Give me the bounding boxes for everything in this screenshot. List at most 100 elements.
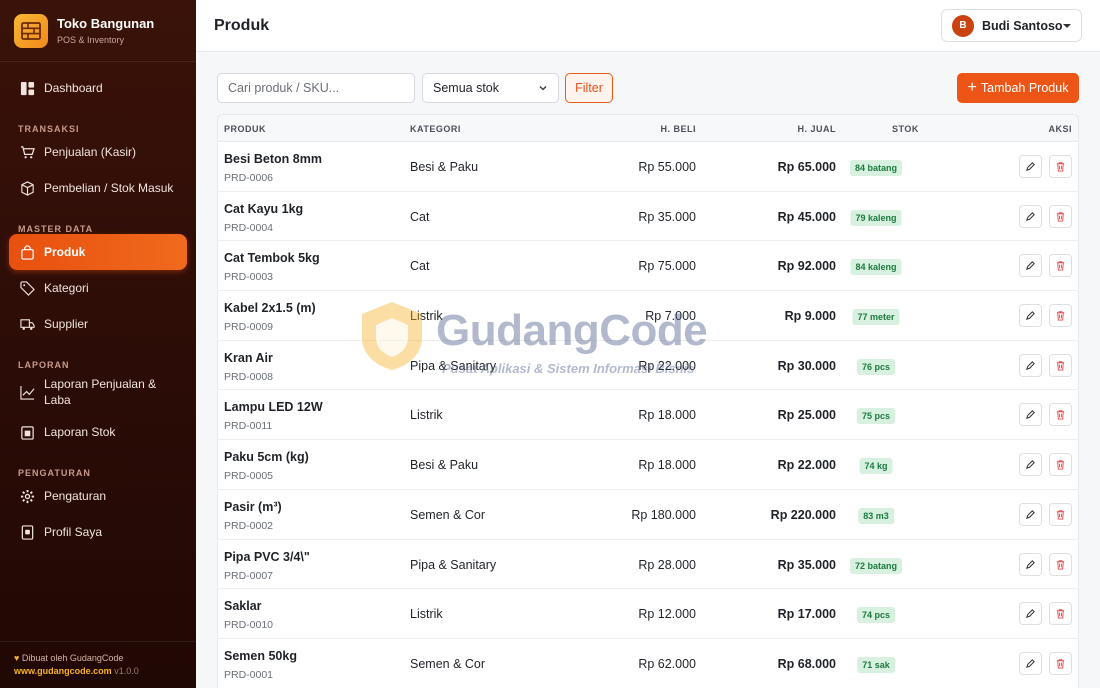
- sidebar-item-pengaturan[interactable]: Pengaturan: [9, 478, 187, 514]
- product-category: Semen & Cor: [410, 507, 486, 522]
- brand-subtitle: POS & Inventory: [57, 35, 125, 45]
- buy-price: Rp 12.000: [638, 607, 696, 622]
- gear-icon: [19, 488, 35, 504]
- product-name: Pasir (m³): [224, 499, 282, 514]
- product-category: Listrik: [410, 607, 443, 622]
- sidebar-item-profil-saya[interactable]: Profil Saya: [9, 514, 187, 550]
- delete-button[interactable]: [1049, 204, 1072, 228]
- add-product-button[interactable]: + Tambah Produk: [957, 73, 1079, 103]
- sidebar-item-supplier[interactable]: Supplier: [9, 306, 187, 342]
- buy-price: Rp 62.000: [638, 656, 696, 671]
- sidebar-item-produk[interactable]: Produk: [9, 234, 187, 270]
- product-category: Besi & Paku: [410, 458, 479, 473]
- filter-button[interactable]: Filter: [565, 73, 613, 103]
- sidebar-item-laporan-penjualan-laba[interactable]: Laporan Penjualan & Laba: [9, 370, 187, 414]
- sidebar-item-laporan-stok[interactable]: Laporan Stok: [9, 414, 187, 450]
- delete-button[interactable]: [1049, 304, 1072, 328]
- chevron-down-icon: [539, 86, 547, 91]
- product-sku: PRD-0008: [224, 370, 274, 383]
- delete-button[interactable]: [1049, 353, 1072, 377]
- edit-button[interactable]: [1019, 602, 1042, 626]
- product-category: Listrik: [410, 309, 443, 324]
- pencil-icon: [1025, 608, 1036, 619]
- nav-section-label: LAPORAN: [18, 360, 70, 370]
- sell-price: Rp 220.000: [770, 507, 836, 522]
- nav-section-label: PENGATURAN: [18, 468, 91, 478]
- pencil-icon: [1025, 310, 1036, 321]
- sidebar-item-penjualan-kasir[interactable]: Penjualan (Kasir): [9, 134, 187, 170]
- col-header-beli: H. BELI: [660, 124, 696, 134]
- product-sku: PRD-0002: [224, 519, 274, 532]
- delete-button[interactable]: [1049, 155, 1072, 178]
- delete-button[interactable]: [1049, 602, 1072, 626]
- edit-button[interactable]: [1019, 353, 1042, 377]
- footer-link[interactable]: www.gudangcode.com: [14, 666, 112, 676]
- nav-section-label: MASTER DATA: [18, 224, 94, 234]
- buy-price: Rp 18.000: [638, 458, 696, 473]
- page-title: Produk: [214, 17, 270, 34]
- pencil-icon: [1025, 459, 1036, 470]
- delete-button[interactable]: [1049, 403, 1072, 427]
- sell-price: Rp 65.000: [777, 160, 836, 174]
- delete-button[interactable]: [1049, 254, 1072, 278]
- sidebar-item-kategori[interactable]: Kategori: [9, 270, 187, 306]
- product-sku: PRD-0007: [224, 569, 274, 582]
- edit-button[interactable]: [1019, 502, 1042, 526]
- user-menu-button[interactable]: B Budi Santoso: [941, 9, 1082, 42]
- sell-price: Rp 22.000: [777, 458, 836, 473]
- avatar: B: [952, 14, 974, 37]
- stock-badge: 74 pcs: [856, 607, 896, 624]
- delete-button[interactable]: [1049, 453, 1072, 477]
- sidebar-item-label: Laporan Stok: [44, 425, 116, 439]
- table-row: Kabel 2x1.5 (m) PRD-0009 Listrik Rp 7.000 Rp…: [218, 291, 1078, 341]
- trash-icon: [1055, 211, 1066, 222]
- delete-button[interactable]: [1049, 651, 1072, 675]
- edit-button[interactable]: [1019, 304, 1042, 328]
- pencil-icon: [1025, 360, 1036, 371]
- edit-button[interactable]: [1019, 403, 1042, 427]
- buy-price: Rp 28.000: [638, 557, 696, 572]
- product-sku: PRD-0003: [224, 271, 274, 284]
- search-input[interactable]: [217, 73, 415, 103]
- product-sku: PRD-0004: [224, 221, 274, 234]
- sidebar-nav: Dashboard TRANSAKSI Penjualan (Kasir) Pembe…: [0, 62, 196, 550]
- user-name: Budi Santoso: [982, 18, 1063, 33]
- chart-line-icon: [19, 384, 35, 400]
- stock-badge: 84 kaleng: [850, 259, 902, 276]
- product-sku: PRD-0005: [224, 470, 274, 483]
- stock-badge: 75 pcs: [856, 408, 896, 425]
- edit-button[interactable]: [1019, 155, 1042, 178]
- delete-button[interactable]: [1049, 502, 1072, 526]
- sell-price: Rp 68.000: [777, 656, 836, 671]
- caret-down-icon: [1063, 23, 1071, 28]
- product-sku: PRD-0001: [224, 668, 274, 681]
- stock-filter-select[interactable]: Semua stok: [422, 73, 559, 103]
- sidebar-item-pembelian-stok-masuk[interactable]: Pembelian / Stok Masuk: [9, 170, 187, 206]
- table-row: Besi Beton 8mm PRD-0006 Besi & Paku Rp 55.0…: [218, 142, 1078, 192]
- table-row: Semen 50kg PRD-0001 Semen & Cor Rp 62.000 Rp…: [218, 639, 1078, 688]
- edit-button[interactable]: [1019, 204, 1042, 228]
- col-header-jual: H. JUAL: [797, 124, 836, 134]
- stock-badge: 76 pcs: [856, 358, 896, 375]
- sidebar-item-dashboard[interactable]: Dashboard: [9, 70, 187, 106]
- trash-icon: [1055, 658, 1066, 669]
- sidebar-item-label: Pengaturan: [44, 489, 107, 503]
- delete-button[interactable]: [1049, 552, 1072, 576]
- table-row: Cat Kayu 1kg PRD-0004 Cat Rp 35.000 Rp 45.00…: [218, 192, 1078, 242]
- product-name: Pipa PVC 3/4\": [224, 549, 310, 564]
- edit-button[interactable]: [1019, 254, 1042, 278]
- edit-button[interactable]: [1019, 651, 1042, 675]
- stock-badge: 77 meter: [852, 309, 900, 326]
- edit-button[interactable]: [1019, 453, 1042, 477]
- sell-price: Rp 30.000: [777, 358, 836, 373]
- box-icon: [19, 180, 35, 196]
- buy-price: Rp 22.000: [638, 358, 696, 373]
- pencil-icon: [1025, 658, 1036, 669]
- product-name: Paku 5cm (kg): [224, 450, 309, 465]
- product-name: Kabel 2x1.5 (m): [224, 301, 316, 316]
- pencil-icon: [1025, 509, 1036, 520]
- col-header-stok: STOK: [892, 124, 919, 134]
- bag-icon: [19, 244, 35, 260]
- stock-badge: 83 m3: [858, 507, 894, 524]
- edit-button[interactable]: [1019, 552, 1042, 576]
